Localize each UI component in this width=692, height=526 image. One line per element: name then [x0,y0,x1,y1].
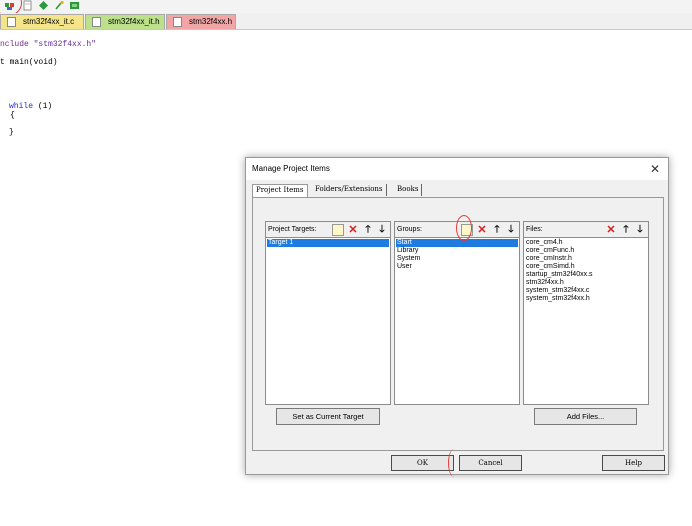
move-down-icon[interactable]: 🡓 [634,224,646,236]
document-icon [7,17,16,27]
list-item[interactable]: Start [396,239,518,247]
list-item[interactable]: core_cm4.h [525,239,647,247]
code-line-main: t main(void) [0,58,58,67]
list-item[interactable]: Library [396,247,518,255]
move-up-icon[interactable]: 🡑 [620,224,632,236]
diamond-icon[interactable] [38,0,49,11]
project-targets-header: Project Targets: ✕ 🡑 🡓 [266,222,390,238]
project-targets-list[interactable]: Project Targets: ✕ 🡑 🡓 Target 1 [265,221,391,405]
while-keyword: while [9,102,34,111]
files-label: Files: [526,226,543,233]
code-line-open-brace: { [10,111,15,120]
list-item[interactable]: startup_stm32f40xx.s [525,271,647,279]
move-down-icon[interactable]: 🡓 [505,224,517,236]
close-icon[interactable]: ✕ [646,160,664,178]
wizard-icon[interactable] [54,0,65,11]
red-annotation-mark [448,449,460,477]
toolbar [0,0,692,13]
tab-project-items[interactable]: Project Items [252,184,308,197]
files-items: core_cm4.h core_cmFunc.h core_cmInstr.h … [525,239,647,403]
editor-tab-bar: stm32f4xx_it.c stm32f4xx_it.h stm32f4xx.… [0,13,692,30]
move-down-icon[interactable]: 🡓 [376,224,388,236]
project-targets-label: Project Targets: [268,226,317,233]
tab-stm32f4xx-h[interactable]: stm32f4xx.h [166,14,236,29]
pack-installer-icon[interactable] [69,0,80,11]
files-list[interactable]: Files: ✕ 🡑 🡓 core_cm4.h core_cmFunc.h co… [523,221,649,405]
list-item[interactable]: core_cmSimd.h [525,263,647,271]
files-header: Files: ✕ 🡑 🡓 [524,222,648,238]
groups-items: Start Library System User [396,239,518,403]
list-item[interactable]: core_cmFunc.h [525,247,647,255]
dialog-title: Manage Project Items [252,164,330,173]
groups-label: Groups: [397,226,422,233]
cancel-button[interactable]: Cancel [459,455,522,471]
project-targets-items: Target 1 [267,239,389,403]
help-button[interactable]: Help [602,455,665,471]
tab-folders-extensions[interactable]: Folders/Extensions [312,184,387,196]
list-item[interactable]: Target 1 [267,239,389,247]
new-item-icon[interactable] [332,224,344,236]
delete-icon[interactable]: ✕ [605,224,617,236]
include-keyword: nclude [0,40,29,49]
tab-stm32f4xx-it-h[interactable]: stm32f4xx_it.h [85,14,165,29]
ok-button[interactable]: OK [391,455,454,471]
groups-list[interactable]: Groups: ✕ 🡑 🡓 Start Library System User [394,221,520,405]
file-icon[interactable] [22,0,33,11]
document-icon [92,17,101,27]
include-file: "stm32f4xx.h" [33,40,97,49]
tab-books[interactable]: Books [394,184,423,196]
list-item[interactable]: stm32f4xx.h [525,279,647,287]
code-line-include: nclude "stm32f4xx.h" [0,40,96,49]
delete-icon[interactable]: ✕ [476,224,488,236]
code-line-close-brace: } [9,128,14,137]
add-files-button[interactable]: Add Files... [534,408,637,425]
tab-label: stm32f4xx.h [189,17,233,26]
list-item[interactable]: User [396,263,518,271]
dialog-titlebar: Manage Project Items ✕ [246,158,668,180]
tab-label: stm32f4xx_it.c [23,17,75,26]
list-item[interactable]: system_stm32f4xx.h [525,295,647,303]
tab-stm32f4xx-it-c[interactable]: stm32f4xx_it.c [0,14,84,29]
move-up-icon[interactable]: 🡑 [491,224,503,236]
red-annotation-circle [456,215,472,241]
code-line-while: while (1) [9,102,52,111]
document-icon [173,17,182,27]
list-item[interactable]: core_cmInstr.h [525,255,647,263]
move-up-icon[interactable]: 🡑 [362,224,374,236]
list-item[interactable]: System [396,255,518,263]
set-as-current-target-button[interactable]: Set as Current Target [276,408,380,425]
while-condition: (1) [33,102,53,111]
delete-icon[interactable]: ✕ [347,224,359,236]
list-item[interactable]: system_stm32f4xx.c [525,287,647,295]
tab-label: stm32f4xx_it.h [108,17,160,26]
